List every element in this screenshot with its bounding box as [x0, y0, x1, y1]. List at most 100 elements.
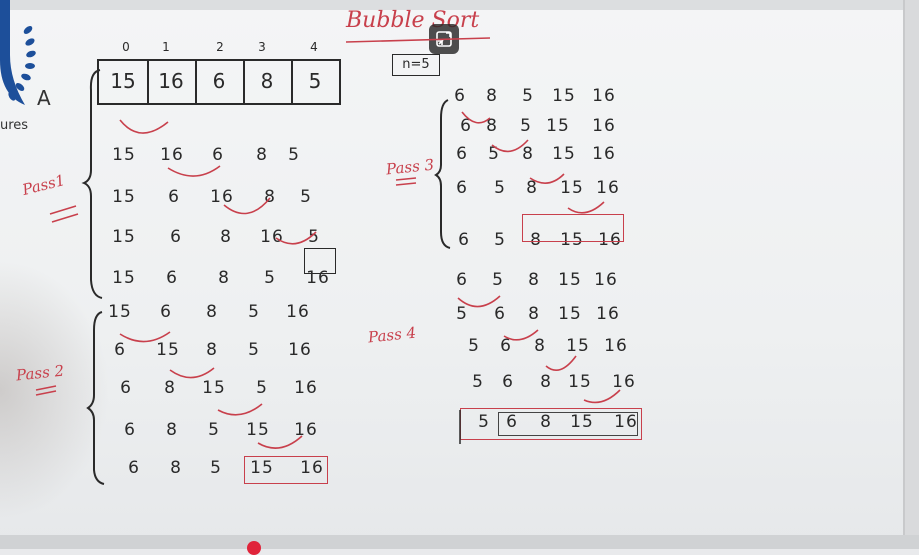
pass1-row-2-cell: 8	[220, 227, 232, 247]
index-label: 3	[258, 40, 266, 54]
pass2-row-1-cell: 5	[248, 340, 260, 360]
pass1-row-1-cell: 6	[168, 187, 180, 207]
initial-array: 15 16 6 8 5	[97, 59, 341, 105]
pass3-row-1-cell: 15	[546, 116, 570, 136]
pass1-row-3-cell: 15	[112, 268, 136, 288]
pass1-row-0-cell: 8	[256, 145, 268, 165]
pass2-row-3-cell: 6	[124, 420, 136, 440]
pass4-row-1-cell: 15	[558, 304, 582, 324]
pass2-row-2-cell: 16	[294, 378, 318, 398]
pass2-row-1-cell: 6	[114, 340, 126, 360]
pass3-row-0-cell: 16	[592, 86, 616, 106]
shadow	[0, 260, 110, 520]
pass1-row-2-cell: 16	[260, 227, 284, 247]
index-label: 1	[162, 40, 170, 54]
cell-divider	[243, 61, 245, 103]
sorted-box-pass2	[244, 456, 328, 484]
array-cell-2: 6	[212, 69, 226, 93]
pass3-row-0-cell: 8	[486, 86, 498, 106]
array-cell-0: 15	[110, 69, 136, 93]
pass3-row-1-cell: 6	[460, 116, 472, 136]
pass3-row-4-cell: 6	[458, 230, 470, 250]
cell-divider	[195, 61, 197, 103]
pass4-row-3-cell: 15	[568, 372, 592, 392]
recording-indicator	[247, 541, 261, 555]
pass3-row-3-cell: 6	[456, 178, 468, 198]
pass1-row-0-cell: 6	[212, 145, 224, 165]
pass1-row-1-cell: 15	[112, 187, 136, 207]
pass3-row-1-cell: 16	[592, 116, 616, 136]
index-label: 2	[216, 40, 224, 54]
pass1-row-2-cell: 5	[308, 227, 320, 247]
pass2-row-1-cell: 16	[288, 340, 312, 360]
pass3-row-1-cell: 8	[486, 116, 498, 136]
pass3-row-3-cell: 15	[560, 178, 584, 198]
array-cell-4: 5	[308, 69, 322, 93]
pass4-row-1-cell: 5	[456, 304, 468, 324]
n-label: n=5	[392, 54, 440, 76]
pass4-row-1-cell: 6	[494, 304, 506, 324]
pass1-row-1-cell: 16	[210, 187, 234, 207]
pass2-row-2-cell: 6	[120, 378, 132, 398]
array-cell-1: 16	[158, 69, 184, 93]
pass1-row-3-cell: 8	[218, 268, 230, 288]
exit-fullscreen-icon	[436, 31, 452, 47]
pass4-row-0-cell: 5	[492, 270, 504, 290]
index-label: 4	[310, 40, 318, 54]
pass3-row-2-cell: 6	[456, 144, 468, 164]
pass1-row-2-cell: 6	[170, 227, 182, 247]
sorted-box-pass4-inner	[498, 412, 638, 436]
pass4-row-3-cell: 5	[472, 372, 484, 392]
pass3-row-0-cell: 15	[552, 86, 576, 106]
pass2-row-2-cell: 8	[164, 378, 176, 398]
pass2-row-0-cell: 16	[286, 302, 310, 322]
pass1-row-1-cell: 5	[300, 187, 312, 207]
cell-divider	[291, 61, 293, 103]
board-frame-right	[903, 0, 919, 549]
pass2-row-3-cell: 5	[208, 420, 220, 440]
pass3-row-2-cell: 15	[552, 144, 576, 164]
pass4-row-0-cell: 6	[456, 270, 468, 290]
pass2-row-0-cell: 5	[248, 302, 260, 322]
pass2-row-3-cell: 8	[166, 420, 178, 440]
pass4-row-2-cell: 6	[500, 336, 512, 356]
pass3-row-3-cell: 5	[494, 178, 506, 198]
index-label: 0	[122, 40, 130, 54]
array-cell-3: 8	[260, 69, 274, 93]
pass3-row-0-cell: 5	[522, 86, 534, 106]
pass4-row-2-cell: 8	[534, 336, 546, 356]
pass4-row-0-cell: 15	[558, 270, 582, 290]
pass1-row-2-cell: 15	[112, 227, 136, 247]
pass4-row-3-cell: 16	[612, 372, 636, 392]
sorted-box-pass3	[522, 214, 624, 242]
pass2-row-4-cell: 5	[210, 458, 222, 478]
pass2-row-1-cell: 15	[156, 340, 180, 360]
pass2-row-0-cell: 8	[206, 302, 218, 322]
board-frame-bottom	[0, 535, 919, 549]
pass3-row-2-cell: 5	[488, 144, 500, 164]
pass1-row-0-cell: 15	[112, 145, 136, 165]
exit-fullscreen-button[interactable]	[429, 24, 459, 54]
pass4-row-2-cell: 16	[604, 336, 628, 356]
pass2-row-4-cell: 8	[170, 458, 182, 478]
pass3-row-0-cell: 6	[454, 86, 466, 106]
logo-text: ures	[0, 118, 29, 133]
pass4-row-1-cell: 8	[528, 304, 540, 324]
pass1-row-0-cell: 5	[288, 145, 300, 165]
pass4-row-3-cell: 6	[502, 372, 514, 392]
pass1-row-0-cell: 16	[160, 145, 184, 165]
logo-letter: A	[37, 86, 51, 110]
page-title: Bubble Sort	[346, 8, 480, 33]
pass2-row-1-cell: 8	[206, 340, 218, 360]
cell-divider	[147, 61, 149, 103]
pass3-row-3-cell: 16	[596, 178, 620, 198]
pass2-row-4-cell: 6	[128, 458, 140, 478]
pass4-row-2-cell: 15	[566, 336, 590, 356]
pass3-row-2-cell: 16	[592, 144, 616, 164]
pass4-row-0-cell: 8	[528, 270, 540, 290]
pass1-row-3-cell: 6	[166, 268, 178, 288]
pass2-row-3-cell: 15	[246, 420, 270, 440]
pass1-row-1-cell: 8	[264, 187, 276, 207]
pass4-row-2-cell: 5	[468, 336, 480, 356]
pass3-row-3-cell: 8	[526, 178, 538, 198]
